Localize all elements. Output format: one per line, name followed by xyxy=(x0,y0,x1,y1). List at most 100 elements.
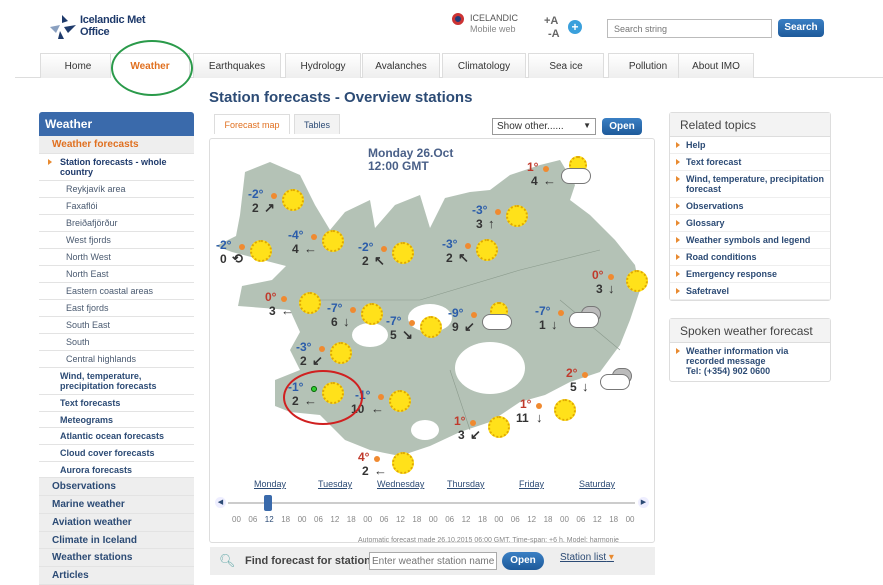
nav-tab-hydrology[interactable]: Hydrology xyxy=(285,53,361,78)
hour-label[interactable]: 06 xyxy=(248,515,257,524)
related-link[interactable]: Observations xyxy=(670,198,830,215)
station[interactable]: 1° 11 ↓ xyxy=(516,397,580,431)
station[interactable]: -3° 2 ↙ xyxy=(296,340,356,374)
related-link[interactable]: Road conditions xyxy=(670,249,830,266)
sidebar-forecast-item[interactable]: Text forecasts xyxy=(39,395,194,412)
find-open-button[interactable]: Open xyxy=(502,552,544,570)
sidebar-item[interactable]: Marine weather xyxy=(39,496,194,514)
sidebar-region[interactable]: Breiðafjörður xyxy=(39,215,194,232)
sidebar-region[interactable]: Faxaflói xyxy=(39,198,194,215)
sidebar-item[interactable]: Climate in Iceland xyxy=(39,531,194,550)
sidebar-forecast-item[interactable]: Cloud cover forecasts xyxy=(39,445,194,462)
related-link[interactable]: Wind, temperature, precipitation forecas… xyxy=(670,171,830,198)
sidebar-region[interactable]: Central highlands xyxy=(39,351,194,368)
hour-label[interactable]: 00 xyxy=(298,515,307,524)
station[interactable]: 1° 4 ← xyxy=(527,156,591,194)
sidebar-station-forecasts[interactable]: Station forecasts - whole country xyxy=(39,154,194,181)
station[interactable]: -9° 9 ↙ xyxy=(448,302,512,340)
related-link[interactable]: Text forecast xyxy=(670,154,830,171)
nav-tab-sea-ice[interactable]: Sea ice xyxy=(528,53,604,78)
related-link[interactable]: Glossary xyxy=(670,215,830,232)
station[interactable]: -2° 2 ↗ xyxy=(248,187,308,221)
sidebar-region[interactable]: South East xyxy=(39,317,194,334)
station[interactable]: 2° 5 ↓ xyxy=(566,366,632,400)
hour-label[interactable]: 06 xyxy=(511,515,520,524)
show-other-open-button[interactable]: Open xyxy=(602,118,642,135)
station[interactable]: 0° 3 ↓ xyxy=(592,268,652,302)
sidebar-item[interactable]: Observations xyxy=(39,478,194,497)
hour-label[interactable]: 18 xyxy=(609,515,618,524)
hour-label[interactable]: 06 xyxy=(314,515,323,524)
day-link-friday[interactable]: Friday xyxy=(519,479,544,489)
hour-label[interactable]: 00 xyxy=(626,515,635,524)
tab-forecast-map[interactable]: Forecast map xyxy=(214,114,290,134)
related-link[interactable]: Weather symbols and legend xyxy=(670,232,830,249)
day-link-thursday[interactable]: Thursday xyxy=(447,479,485,489)
show-other-select[interactable]: Show other...... ▼ xyxy=(492,118,596,135)
search-button[interactable]: Search xyxy=(778,19,824,37)
day-link-saturday[interactable]: Saturday xyxy=(579,479,615,489)
nav-tab-avalanches[interactable]: Avalanches xyxy=(362,53,440,78)
imo-logo[interactable] xyxy=(48,13,78,41)
sidebar-forecast-item[interactable]: Aurora forecasts xyxy=(39,462,194,479)
hour-label[interactable]: 12 xyxy=(265,515,274,524)
sidebar-region[interactable]: Reykjavík area xyxy=(39,181,194,198)
station[interactable]: 1° 3 ↙ xyxy=(454,414,514,448)
hour-label[interactable]: 12 xyxy=(527,515,536,524)
day-link-monday[interactable]: Monday xyxy=(254,479,286,489)
hour-label[interactable]: 00 xyxy=(494,515,503,524)
hour-label[interactable]: 12 xyxy=(396,515,405,524)
related-link[interactable]: Emergency response xyxy=(670,266,830,283)
station[interactable]: -2° 2 ↖ xyxy=(358,240,418,274)
station[interactable]: -7° 1 ↓ xyxy=(535,304,601,338)
nav-tab-about-imo[interactable]: About IMO xyxy=(678,53,754,78)
plus-icon[interactable]: + xyxy=(568,20,582,34)
spoken-link[interactable]: Weather information via recorded message… xyxy=(670,343,830,381)
station[interactable]: -1° 10 ← xyxy=(351,388,415,422)
sidebar-region[interactable]: West fjords xyxy=(39,232,194,249)
logo-text[interactable]: Icelandic Met Office xyxy=(80,14,145,38)
font-size-controls[interactable]: +A -A xyxy=(544,15,560,41)
station[interactable]: -3° 3 ↑ xyxy=(472,203,532,237)
sidebar-region[interactable]: North East xyxy=(39,266,194,283)
station[interactable]: 0° 3 ← xyxy=(265,290,325,324)
sidebar-region[interactable]: South xyxy=(39,334,194,351)
time-slider-handle[interactable] xyxy=(264,495,272,511)
hour-label[interactable]: 00 xyxy=(232,515,241,524)
day-link-tuesday[interactable]: Tuesday xyxy=(318,479,352,489)
sidebar-item[interactable]: Aviation weather xyxy=(39,513,194,532)
related-link[interactable]: Safetravel xyxy=(670,283,830,300)
station[interactable]: -7° 5 ↘ xyxy=(386,314,446,348)
related-link[interactable]: Help xyxy=(670,137,830,154)
slider-left-arrow[interactable]: ◀ xyxy=(215,497,226,508)
sidebar-region[interactable]: East fjords xyxy=(39,300,194,317)
hour-label[interactable]: 00 xyxy=(429,515,438,524)
hour-label[interactable]: 12 xyxy=(330,515,339,524)
tab-tables[interactable]: Tables xyxy=(294,114,340,134)
hour-label[interactable]: 18 xyxy=(281,515,290,524)
sidebar-forecast-item[interactable]: Meteograms xyxy=(39,412,194,429)
slider-right-arrow[interactable]: ▶ xyxy=(638,497,649,508)
sidebar-region[interactable]: Eastern coastal areas xyxy=(39,283,194,300)
hour-label[interactable]: 12 xyxy=(462,515,471,524)
sidebar-weather-forecasts[interactable]: Weather forecasts xyxy=(39,136,194,154)
language-link[interactable]: ICELANDIC Mobile web xyxy=(470,13,518,35)
nav-tab-earthquakes[interactable]: Earthquakes xyxy=(193,53,281,78)
hour-label[interactable]: 18 xyxy=(478,515,487,524)
day-link-wednesday[interactable]: Wednesday xyxy=(377,479,424,489)
hour-label[interactable]: 12 xyxy=(593,515,602,524)
station[interactable]: -4° 4 ← xyxy=(288,228,348,262)
sidebar-forecast-item[interactable]: Atlantic ocean forecasts xyxy=(39,428,194,446)
nav-tab-climatology[interactable]: Climatology xyxy=(442,53,526,78)
hour-label[interactable]: 18 xyxy=(544,515,553,524)
station[interactable]: -3° 2 ↖ xyxy=(442,237,502,271)
sidebar-header[interactable]: Weather xyxy=(39,112,194,136)
sidebar-forecast-item[interactable]: Wind, temperature, precipitation forecas… xyxy=(39,368,194,395)
nav-tab-home[interactable]: Home xyxy=(40,53,116,78)
station[interactable]: -2° 0 ⟲ xyxy=(216,238,276,272)
hour-label[interactable]: 00 xyxy=(560,515,569,524)
search-input[interactable] xyxy=(607,19,772,38)
sidebar-region[interactable]: North West xyxy=(39,249,194,266)
nav-tab-pollution[interactable]: Pollution xyxy=(608,53,688,78)
hour-label[interactable]: 06 xyxy=(380,515,389,524)
